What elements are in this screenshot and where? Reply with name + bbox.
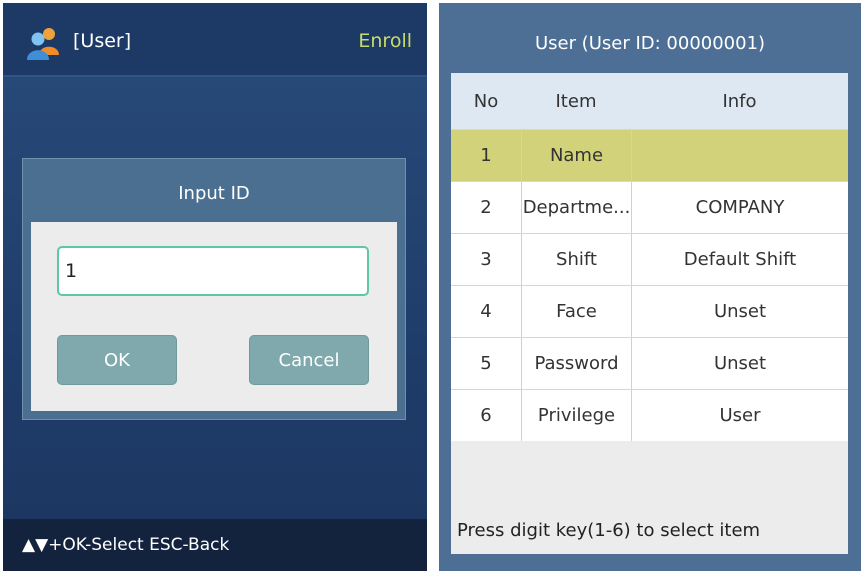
row-number: 5 bbox=[480, 353, 492, 374]
row-item: Name bbox=[521, 130, 631, 181]
row-item: Password bbox=[521, 338, 631, 389]
dialog-body: OK Cancel bbox=[31, 222, 397, 411]
input-id-dialog: Input ID OK Cancel bbox=[22, 158, 406, 420]
screen-header: [User] Enroll bbox=[3, 3, 427, 77]
row-info: Unset bbox=[631, 286, 848, 337]
row-item: Face bbox=[521, 286, 631, 337]
row-item: Departme... bbox=[521, 182, 631, 233]
row-number: 6 bbox=[480, 405, 492, 426]
table-row[interactable]: 3 Shift Default Shift bbox=[451, 233, 848, 285]
row-number: 2 bbox=[480, 197, 492, 218]
table-header-row: No Item Info bbox=[451, 73, 848, 129]
enroll-screen: [User] Enroll Input ID OK Cancel ▲▼+OK-S… bbox=[3, 3, 427, 571]
row-number: 1 bbox=[480, 145, 492, 166]
row-info: COMPANY bbox=[631, 182, 848, 233]
dialog-title: Input ID bbox=[178, 183, 250, 204]
row-item: Shift bbox=[521, 234, 631, 285]
row-info: User bbox=[631, 390, 848, 441]
mode-label: Enroll bbox=[358, 30, 412, 52]
user-group-icon bbox=[26, 25, 62, 61]
table-row[interactable]: 4 Face Unset bbox=[451, 285, 848, 337]
cancel-button[interactable]: Cancel bbox=[249, 335, 369, 385]
ok-button[interactable]: OK bbox=[57, 335, 177, 385]
footer-bar: ▲▼+OK-Select ESC-Back bbox=[3, 519, 427, 571]
footer-hint: Press digit key(1-6) to select item bbox=[457, 520, 761, 541]
table-row[interactable]: 6 Privilege User bbox=[451, 389, 848, 441]
row-number: 3 bbox=[480, 249, 492, 270]
row-info: Unset bbox=[631, 338, 848, 389]
row-item: Privilege bbox=[521, 390, 631, 441]
table-row[interactable]: 2 Departme... COMPANY bbox=[451, 181, 848, 233]
screen-title: User (User ID: 00000001) bbox=[534, 33, 766, 54]
column-header-item: Item bbox=[555, 90, 597, 112]
user-detail-screen: User (User ID: 00000001) No Item Info 1 … bbox=[439, 3, 861, 571]
row-number: 4 bbox=[480, 301, 492, 322]
column-header-info: Info bbox=[722, 90, 757, 112]
user-id-input[interactable] bbox=[57, 246, 369, 296]
row-info: Default Shift bbox=[631, 234, 848, 285]
user-info-table: No Item Info 1 Name 2 Departme... COMPAN… bbox=[451, 73, 848, 554]
table-row[interactable]: 1 Name bbox=[451, 129, 848, 181]
footer-hint: ▲▼+OK-Select ESC-Back bbox=[22, 535, 230, 555]
row-info bbox=[631, 130, 848, 181]
table-row[interactable]: 5 Password Unset bbox=[451, 337, 848, 389]
column-header-no: No bbox=[473, 90, 499, 112]
screen-title: [User] bbox=[73, 30, 132, 52]
